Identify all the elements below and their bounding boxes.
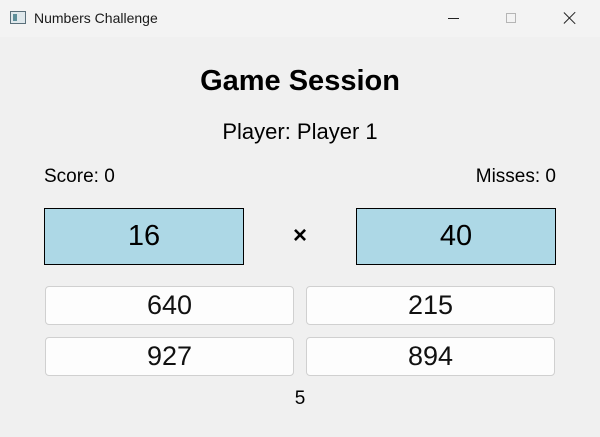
misses-label: Misses: 0 bbox=[475, 166, 556, 187]
app-icon bbox=[10, 11, 26, 24]
minimize-button[interactable] bbox=[430, 0, 476, 36]
first-factor-box: 16 bbox=[44, 208, 244, 265]
answer-button[interactable]: 894 bbox=[306, 337, 555, 376]
answer-button[interactable]: 640 bbox=[45, 286, 294, 325]
answer-button[interactable]: 927 bbox=[45, 337, 294, 376]
window-title: Numbers Challenge bbox=[34, 10, 158, 26]
close-icon bbox=[563, 11, 577, 25]
score-label: Score: 0 bbox=[44, 166, 115, 187]
countdown-timer: 5 bbox=[294, 388, 306, 409]
close-button[interactable] bbox=[547, 0, 593, 36]
player-label: Player: Player 1 bbox=[222, 119, 378, 144]
game-window: Numbers Challenge Game Session Player: P… bbox=[0, 0, 600, 437]
maximize-button[interactable] bbox=[488, 0, 534, 36]
second-factor-box: 40 bbox=[356, 208, 556, 265]
maximize-icon bbox=[506, 13, 516, 23]
multiply-operator: × bbox=[292, 222, 307, 249]
answer-button[interactable]: 215 bbox=[306, 286, 555, 325]
minimize-icon bbox=[447, 17, 459, 19]
page-title: Game Session bbox=[200, 65, 400, 97]
title-bar: Numbers Challenge bbox=[0, 0, 600, 37]
